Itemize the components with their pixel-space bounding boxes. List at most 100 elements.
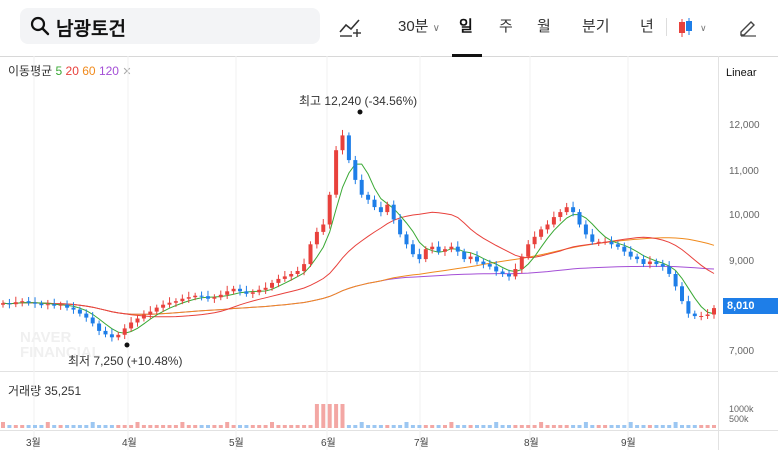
volume-bar: [583, 422, 588, 428]
volume-bar: [603, 425, 608, 428]
candle-body: [622, 246, 627, 252]
volume-bar: [494, 422, 499, 428]
volume-bar: [519, 425, 524, 428]
high-annotation: 최고 12,240 (-34.56%): [299, 94, 418, 108]
volume-bar: [135, 422, 140, 428]
candle-body: [33, 302, 37, 304]
price-tick: 11,000: [729, 166, 759, 177]
volume-bar: [206, 425, 210, 428]
volume-bar: [436, 425, 441, 428]
candle-body: [327, 194, 332, 225]
svg-text:∨: ∨: [700, 23, 707, 33]
candle-body: [583, 224, 588, 235]
candle-body: [161, 304, 166, 308]
candle-body: [308, 244, 313, 265]
scale-mode-button[interactable]: Linear: [726, 67, 757, 79]
price-tick: 10,000: [729, 210, 760, 221]
candle-body: [692, 313, 697, 317]
candle-body: [199, 295, 204, 297]
candle-body: [660, 264, 665, 267]
candle-body: [122, 328, 127, 335]
volume-bar: [609, 425, 614, 428]
candle-body: [487, 264, 492, 267]
tab-year[interactable]: 년: [640, 16, 654, 38]
tab-month[interactable]: 월: [537, 16, 551, 38]
volume-bar: [647, 425, 652, 428]
candle-body: [391, 204, 396, 220]
candle-body: [302, 264, 307, 271]
candle-body: [647, 261, 652, 265]
candle-type-icon[interactable]: ∨: [678, 17, 708, 39]
top-toolbar: 남광토건 30분 ∨ 일 주 월 분기 년 ∨: [0, 0, 778, 57]
candle-body: [539, 229, 544, 237]
price-chart[interactable]: [0, 56, 718, 450]
candle-body: [532, 236, 537, 245]
volume-bar: [366, 425, 371, 428]
volume-bar: [33, 425, 37, 428]
candle-body: [667, 266, 672, 274]
volume-bar: [398, 425, 403, 428]
volume-bar: [295, 425, 300, 428]
candle-body: [353, 160, 358, 180]
x-tick: 8월: [524, 438, 539, 449]
candle-body: [436, 246, 441, 252]
interval-selector[interactable]: 30분 ∨: [398, 16, 440, 38]
tab-week[interactable]: 주: [499, 16, 513, 38]
volume-bar: [468, 425, 473, 428]
candle-body: [7, 303, 12, 305]
volume-bar: [334, 404, 339, 428]
volume-bar: [462, 425, 467, 428]
candle-body: [135, 318, 140, 323]
candle-body: [346, 135, 351, 161]
x-tick: 6월: [321, 438, 336, 449]
candle-body: [571, 207, 576, 213]
volume-bar: [71, 425, 76, 428]
tab-quarter[interactable]: 분기: [582, 16, 610, 38]
search-box[interactable]: 남광토건: [20, 8, 320, 44]
volume-tick: 1000k: [729, 404, 754, 414]
candle-body: [628, 251, 633, 257]
edit-pencil-icon[interactable]: [738, 17, 758, 37]
volume-bar: [314, 404, 319, 428]
candle-body: [443, 249, 447, 252]
candle-body: [513, 269, 518, 277]
candle-body: [263, 287, 268, 290]
volume-bar: [39, 425, 44, 428]
volume-bar: [238, 425, 242, 428]
volume-bar: [417, 425, 422, 428]
candle-body: [635, 256, 640, 260]
moving-average-5-line: [2, 163, 715, 334]
candle-body: [45, 304, 50, 306]
volume-bar: [404, 422, 409, 428]
candle-body: [173, 301, 178, 303]
candle-body: [167, 302, 172, 305]
candle-body: [58, 304, 63, 306]
drawing-tool-icon[interactable]: [338, 16, 364, 38]
volume-bar: [507, 425, 511, 428]
volume-bar: [45, 422, 50, 428]
candle-body: [148, 311, 153, 315]
volume-bar: [65, 425, 70, 428]
volume-bar: [97, 425, 102, 428]
candle-body: [404, 234, 409, 245]
volume-bar: [545, 425, 550, 428]
candle-body: [334, 150, 339, 195]
volume-bar: [654, 425, 659, 428]
volume-bar: [391, 425, 396, 428]
x-tick: 4월: [122, 438, 137, 449]
candle-body: [430, 246, 435, 250]
candle-body: [705, 314, 710, 316]
volume-bar: [167, 425, 172, 428]
candle-body: [340, 135, 345, 151]
x-tick: 9월: [621, 438, 636, 449]
candle-body: [423, 249, 428, 260]
candle-body: [129, 322, 134, 329]
volume-bar: [372, 425, 377, 428]
candle-body: [372, 199, 377, 208]
candle-body: [680, 286, 684, 302]
volume-bar: [161, 425, 166, 428]
volume-bar: [103, 425, 108, 428]
tab-day[interactable]: 일: [459, 16, 473, 38]
volume-bar: [410, 425, 415, 428]
candle-body: [90, 317, 95, 324]
